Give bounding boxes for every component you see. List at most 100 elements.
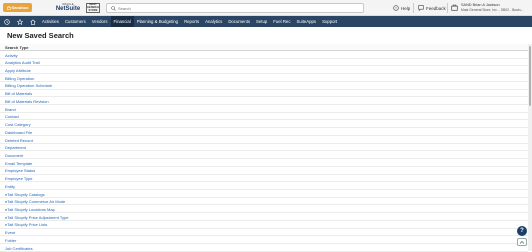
divider: [413, 3, 414, 13]
table-row: eTail Shopify Catalogs: [0, 190, 528, 198]
search-type-link[interactable]: Bill of Materials Revision: [5, 99, 49, 104]
table-row: Brand: [0, 105, 528, 113]
search-type-link[interactable]: Folder: [5, 238, 16, 243]
table-row: eTail Shopify Price Adjustment Type: [0, 213, 528, 221]
nav-item-analytics[interactable]: Analytics: [202, 16, 225, 27]
user-name: SAND Brian A Jackson: [461, 3, 500, 7]
nav-item-support[interactable]: Support: [319, 16, 340, 27]
feedback-label: Feedback: [426, 5, 446, 11]
table-row: Bill of Materials: [0, 90, 528, 98]
search-type-link[interactable]: Employee Status: [5, 168, 35, 173]
table-row: Entity: [0, 182, 528, 190]
search-type-link[interactable]: Employee Type: [5, 176, 33, 181]
help-link[interactable]: ? Help: [393, 4, 410, 12]
table-row: Dashboard File: [0, 128, 528, 136]
table-row: Apply Attribute: [0, 66, 528, 75]
help-assistant-button[interactable]: ?: [517, 226, 527, 236]
search-type-link[interactable]: Analytics Audit Trail: [5, 60, 40, 65]
search-type-link[interactable]: Dashboard File: [5, 130, 32, 135]
table-row: Folder: [0, 236, 528, 244]
table-row: Cost Category: [0, 120, 528, 129]
nav-item-activities[interactable]: Activities: [39, 16, 62, 27]
table-row: eTail Shopify Locations Map: [0, 205, 528, 214]
table-row: eTail Shopify Price Lists: [0, 221, 528, 229]
nav-item-financial[interactable]: Financial: [110, 16, 134, 27]
sandbox-icon: [6, 5, 11, 10]
divider: [447, 3, 448, 13]
home-icon: [29, 19, 36, 25]
company-logo: MAST GENERAL STORE: [86, 3, 100, 13]
nav-item-fuel-rec[interactable]: Fuel Rec: [270, 16, 293, 27]
sandbox-badge[interactable]: Sandbox: [3, 3, 32, 12]
table-row: Employee Type: [0, 175, 528, 183]
search-type-link[interactable]: Job Certificates: [5, 246, 33, 251]
search-type-link[interactable]: Billing Operation: [5, 76, 34, 81]
scrollbar[interactable]: [528, 44, 532, 251]
table-row: Analytics Audit Trail: [0, 59, 528, 67]
nav-item-reports[interactable]: Reports: [181, 16, 202, 27]
search-type-link[interactable]: Activity: [5, 53, 18, 58]
shortcuts-button[interactable]: [13, 16, 26, 27]
search-input[interactable]: [118, 4, 358, 12]
column-header-label: Search Type: [5, 45, 29, 50]
table-row: Department: [0, 144, 528, 152]
search-type-link[interactable]: eTail Shopify Commerce Air Mode: [5, 199, 65, 204]
home-button[interactable]: [26, 16, 39, 27]
search-icon: [111, 5, 116, 11]
user-role: Mast General Store, Inc. - SB02 - Busin.…: [461, 8, 524, 12]
search-type-link[interactable]: Billing Operation Schedule: [5, 83, 52, 88]
search-type-link[interactable]: Apply Attribute: [5, 68, 31, 73]
feedback-icon: [418, 5, 424, 11]
search-type-link[interactable]: Email Template: [5, 161, 32, 166]
search-type-link[interactable]: Event: [5, 230, 15, 235]
search-type-link[interactable]: eTail Shopify Price Adjustment Type: [5, 215, 69, 220]
nav-item-suiteapps[interactable]: SuiteApps: [293, 16, 319, 27]
search-type-link[interactable]: Entity: [5, 184, 15, 189]
table-row: Employee Status: [0, 167, 528, 175]
nav-item-setup[interactable]: Setup: [253, 16, 270, 27]
table-row: Event: [0, 229, 528, 237]
table-row: Activity: [0, 51, 528, 59]
table-row: Contact: [0, 113, 528, 121]
recent-records-button[interactable]: [0, 16, 13, 27]
global-search[interactable]: [106, 3, 364, 13]
svg-text:?: ?: [395, 6, 397, 10]
netsuite-logo[interactable]: ORACLE NetSuite: [55, 3, 81, 13]
column-header: Search Type: [0, 44, 528, 51]
table-row: Billing Operation Schedule: [0, 82, 528, 90]
nav-item-planning-budgeting[interactable]: Planning & Budgeting: [134, 16, 181, 27]
search-type-link[interactable]: Brand: [5, 107, 16, 112]
search-type-link[interactable]: Department: [5, 145, 26, 150]
help-label: Help: [401, 5, 411, 11]
search-type-link[interactable]: Cost Category: [5, 122, 31, 127]
user-menu[interactable]: SAND Brian A Jackson Mast General Store,…: [451, 3, 529, 13]
main-navigation: Activities Customers Vendors Financial P…: [0, 16, 532, 27]
table-row: Billing Operation: [0, 74, 528, 82]
company-logo-line: STORE: [88, 8, 98, 12]
search-type-link[interactable]: eTail Shopify Catalogs: [5, 192, 45, 197]
chevron-up-icon: [519, 240, 525, 244]
table-row: Bill of Materials Revision: [0, 97, 528, 106]
top-bar: Sandbox ORACLE NetSuite MAST GENERAL STO…: [0, 0, 532, 16]
history-icon: [3, 18, 10, 25]
user-icon: [451, 4, 458, 11]
panel-toggle-button[interactable]: [517, 238, 527, 246]
search-type-link[interactable]: Document: [5, 153, 23, 158]
search-type-list: Activity Analytics Audit Trail Apply Attri…: [0, 51, 528, 252]
netsuite-text: NetSuite: [55, 6, 81, 12]
search-type-link[interactable]: Deleted Record: [5, 138, 33, 143]
table-row: Deleted Record: [0, 136, 528, 144]
help-icon: ?: [393, 5, 399, 11]
table-row: Email Template: [0, 159, 528, 167]
scrollbar-thumb[interactable]: [528, 46, 532, 106]
feedback-link[interactable]: Feedback: [418, 4, 446, 12]
search-type-link[interactable]: Contact: [5, 114, 19, 119]
nav-item-documents[interactable]: Documents: [225, 16, 253, 27]
star-icon: [16, 18, 23, 25]
nav-item-customers[interactable]: Customers: [62, 16, 89, 27]
search-type-link[interactable]: Bill of Materials: [5, 91, 32, 96]
search-type-link[interactable]: eTail Shopify Price Lists: [5, 222, 47, 227]
table-row: Document: [0, 151, 528, 160]
nav-item-vendors[interactable]: Vendors: [89, 16, 111, 27]
search-type-link[interactable]: eTail Shopify Locations Map: [5, 207, 55, 212]
